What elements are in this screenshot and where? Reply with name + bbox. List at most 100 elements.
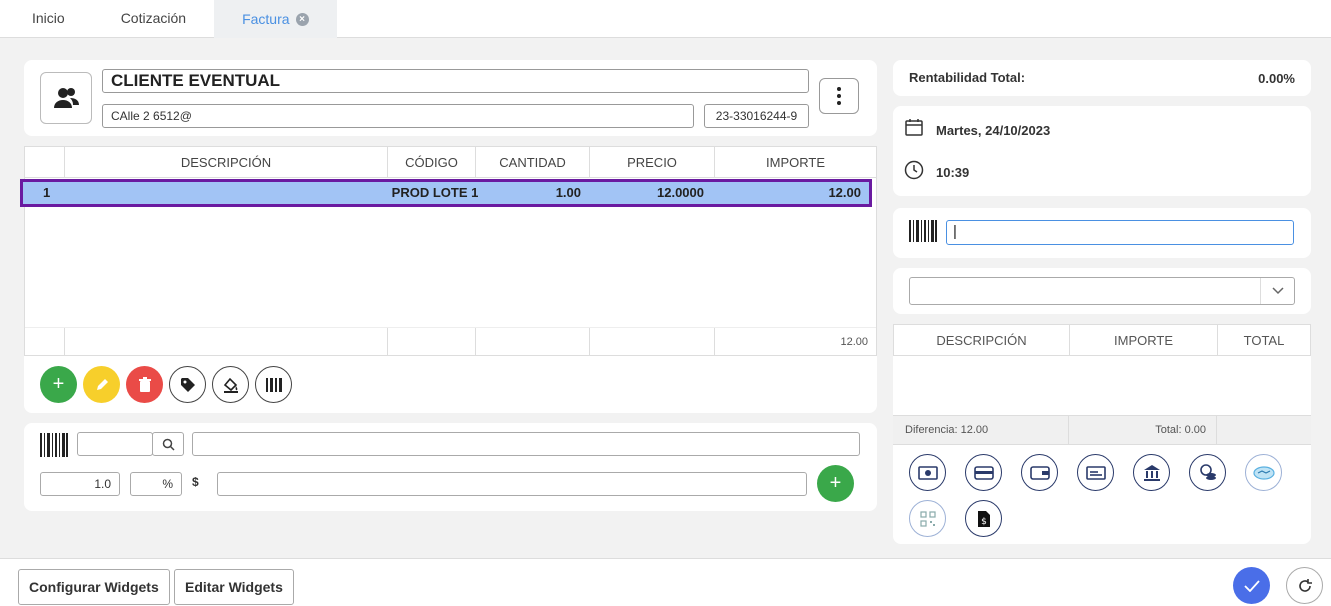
- col-number: [25, 147, 65, 177]
- bottom-bar: Configurar Widgets Editar Widgets: [0, 558, 1331, 606]
- payments-total-text: Total: 0.00: [1069, 416, 1217, 444]
- coins-button[interactable]: [1189, 454, 1226, 491]
- client-card: CLIENTE EVENTUAL CAlle 2 6512@ 23-330162…: [24, 60, 877, 136]
- calendar-icon: [905, 119, 923, 136]
- handshake-icon: [1252, 465, 1275, 480]
- percent-input[interactable]: %: [130, 472, 182, 496]
- chevron-down-icon: [1260, 278, 1294, 304]
- table-row[interactable]: 1 PROD LOTE 1 1.00 12.0000 12.00: [20, 179, 872, 207]
- clock-icon: [904, 160, 924, 180]
- client-cuit-field[interactable]: 23-33016244-9: [704, 104, 809, 128]
- quick-add-card: 1.0 % $ +: [24, 423, 877, 511]
- rentabilidad-card: Rentabilidad Total: 0.00%: [893, 60, 1311, 96]
- items-card: DESCRIPCIÓN CÓDIGO CANTIDAD PRECIO IMPOR…: [20, 146, 877, 413]
- row-number: 1: [43, 185, 51, 200]
- rentabilidad-label: Rentabilidad Total:: [909, 70, 1026, 85]
- tag-button[interactable]: [169, 366, 206, 403]
- items-total: 12.00: [840, 336, 868, 348]
- col-description: DESCRIPCIÓN: [65, 147, 388, 177]
- items-table-header: DESCRIPCIÓN CÓDIGO CANTIDAD PRECIO IMPOR…: [25, 147, 876, 178]
- scan-card: |: [893, 208, 1311, 258]
- client-address-field[interactable]: CAlle 2 6512@: [102, 104, 694, 128]
- bank-icon: [1143, 464, 1160, 481]
- check-icon: [1085, 465, 1106, 480]
- client-name-field[interactable]: CLIENTE EVENTUAL: [102, 69, 809, 93]
- payment-method-select[interactable]: [909, 277, 1295, 305]
- date-time-card: Martes, 24/10/2023 10:39: [893, 106, 1311, 196]
- delete-item-button[interactable]: [126, 366, 163, 403]
- barcode-icon: [265, 377, 282, 392]
- payments-table-header: DESCRIPCIÓN IMPORTE TOTAL: [893, 324, 1311, 356]
- paint-bucket-button[interactable]: [212, 366, 249, 403]
- pencil-icon: [96, 378, 108, 390]
- col-code: CÓDIGO: [388, 147, 476, 177]
- barcode-button[interactable]: [255, 366, 292, 403]
- quantity-input[interactable]: 1.0: [40, 472, 120, 496]
- current-date: Martes, 24/10/2023: [936, 123, 1051, 138]
- more-options-button[interactable]: [819, 78, 859, 114]
- col-quantity: CANTIDAD: [476, 147, 590, 177]
- check-icon: [1243, 579, 1260, 592]
- currency-label: $: [192, 475, 199, 489]
- mercadopago-button[interactable]: [1245, 454, 1282, 491]
- wallet-button[interactable]: [1021, 454, 1058, 491]
- row-price: 12.0000: [657, 185, 704, 200]
- card-button[interactable]: [965, 454, 1002, 491]
- item-actions: +: [40, 366, 292, 403]
- coins-icon: [1199, 463, 1216, 480]
- code-search-input[interactable]: [77, 432, 153, 456]
- barcode-icon: [40, 433, 68, 457]
- payments-card: DESCRIPCIÓN IMPORTE TOTAL Diferencia: 12…: [893, 324, 1311, 544]
- tab-inicio[interactable]: Inicio: [0, 0, 93, 38]
- pay-col-description: DESCRIPCIÓN: [894, 325, 1070, 355]
- col-price: PRECIO: [590, 147, 715, 177]
- col-amount: IMPORTE: [766, 155, 825, 170]
- payment-method-select-card: [893, 268, 1311, 314]
- trash-icon: [138, 376, 151, 392]
- rentabilidad-value: 0.00%: [1258, 71, 1295, 86]
- refresh-button[interactable]: [1286, 567, 1323, 604]
- edit-widgets-button[interactable]: Editar Widgets: [174, 569, 294, 605]
- row-quantity: 1.00: [555, 185, 581, 200]
- items-table: DESCRIPCIÓN CÓDIGO CANTIDAD PRECIO IMPOR…: [20, 146, 877, 356]
- bank-transfer-button[interactable]: [1133, 454, 1170, 491]
- check-button[interactable]: [1077, 454, 1114, 491]
- payment-methods: $: [909, 454, 1309, 537]
- users-icon: [54, 88, 79, 108]
- tab-factura-label: Factura: [242, 11, 290, 27]
- diferencia-text: Diferencia: 12.00: [893, 416, 1069, 444]
- cash-button[interactable]: [909, 454, 946, 491]
- search-button[interactable]: [152, 432, 184, 456]
- tag-icon: [180, 377, 195, 392]
- barcode-icon: [909, 220, 937, 242]
- tab-bar: Inicio Cotización Factura ×: [0, 0, 1331, 38]
- refresh-icon: [1298, 578, 1312, 592]
- invoice-icon: $: [977, 510, 990, 527]
- paint-bucket-icon: [223, 377, 238, 393]
- configure-widgets-button[interactable]: Configurar Widgets: [18, 569, 170, 605]
- barcode-scan-input[interactable]: |: [946, 220, 1294, 245]
- tab-cotizacion[interactable]: Cotización: [93, 0, 214, 38]
- price-input[interactable]: [217, 472, 807, 496]
- qr-button[interactable]: [909, 500, 946, 537]
- pay-col-amount: IMPORTE: [1070, 325, 1218, 355]
- payments-footer: Diferencia: 12.00 Total: 0.00: [893, 415, 1311, 445]
- add-item-button[interactable]: +: [40, 366, 77, 403]
- credit-card-icon: [973, 465, 994, 480]
- document-button[interactable]: $: [965, 500, 1002, 537]
- search-icon: [162, 438, 175, 451]
- product-description-input[interactable]: [192, 432, 860, 456]
- qr-code-icon: [919, 510, 936, 527]
- current-time: 10:39: [936, 165, 970, 180]
- close-icon[interactable]: ×: [295, 12, 309, 26]
- row-code: PROD LOTE 1: [391, 185, 479, 200]
- pay-col-total: TOTAL: [1243, 333, 1285, 348]
- row-amount: 12.00: [828, 185, 861, 200]
- cash-icon: [917, 465, 938, 480]
- tab-factura[interactable]: Factura ×: [214, 0, 337, 38]
- items-table-footer: 12.00: [25, 327, 876, 356]
- edit-item-button[interactable]: [83, 366, 120, 403]
- select-client-button[interactable]: [40, 72, 92, 124]
- quick-add-button[interactable]: +: [817, 465, 854, 502]
- confirm-button[interactable]: [1233, 567, 1270, 604]
